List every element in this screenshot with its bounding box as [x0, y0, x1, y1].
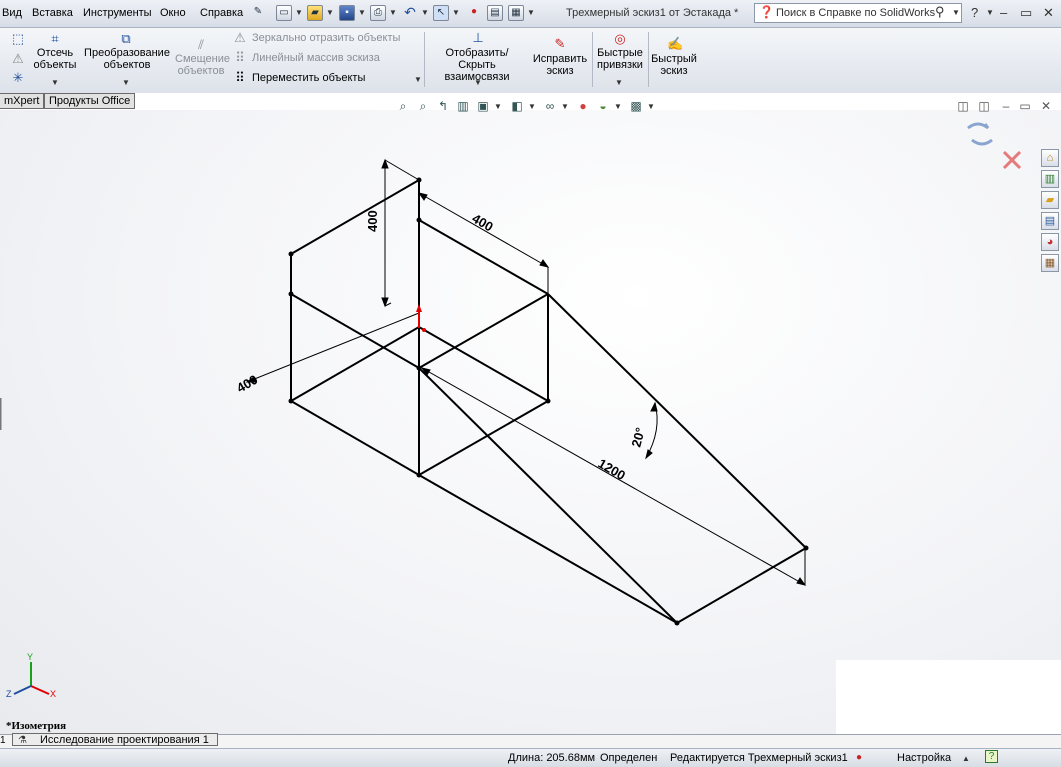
sketch-point — [288, 291, 294, 297]
view-palette-icon[interactable]: ▤ — [1041, 212, 1059, 230]
view-orientation-icon[interactable]: ▣ — [476, 99, 490, 113]
status-editing: Редактируется Трехмерный эскиз1 — [670, 752, 848, 764]
dimension-depth[interactable]: 400 — [234, 372, 260, 396]
doc-restore-icon[interactable]: ▭ — [1018, 99, 1032, 113]
confirmation-corner — [967, 122, 1022, 170]
sketch-line — [418, 367, 678, 624]
help-status-icon[interactable]: ? — [985, 750, 998, 763]
sketch-point — [803, 545, 809, 551]
doc-close-icon[interactable]: ✕ — [1039, 99, 1053, 113]
dimension-width[interactable]: 400 — [470, 211, 496, 235]
triad — [13, 662, 50, 695]
triad-z-axis — [13, 685, 32, 695]
chevron-down-icon[interactable]: ▼ — [561, 102, 569, 111]
arrowhead — [645, 449, 653, 460]
chevron-down-icon[interactable]: ▼ — [614, 102, 622, 111]
view-orientation-label: *Изометрия — [6, 720, 67, 732]
doc-minimize-icon[interactable]: – — [999, 99, 1013, 113]
arrowhead — [539, 259, 550, 268]
sketch-line — [418, 293, 549, 369]
status-length: Длина: 205.68мм — [508, 752, 596, 764]
sketch-line — [418, 400, 549, 476]
design-study-icon: ⚗ — [18, 735, 27, 746]
apply-scene-icon[interactable]: ◒ — [596, 99, 610, 113]
edit-appearance-icon[interactable]: ● — [576, 99, 590, 113]
sketch-point — [416, 365, 422, 371]
chevron-up-icon[interactable]: ▲ — [962, 754, 970, 763]
sketch-point — [545, 398, 551, 404]
sketch-points — [288, 177, 809, 626]
sketch-line — [290, 326, 420, 402]
triad-x-axis — [30, 685, 50, 695]
sketch-line — [418, 474, 678, 624]
3d-sketch-canvas[interactable]: 400 400 400 1200 20° Y X Z — [0, 0, 1061, 766]
tile-right-icon[interactable]: ◫ — [977, 99, 991, 113]
sketch-point — [416, 217, 422, 223]
resources-home-icon[interactable]: ⌂ — [1041, 149, 1059, 167]
sketch-point — [416, 472, 422, 478]
sketch-line — [290, 400, 420, 476]
triad-z-label: Z — [6, 689, 12, 699]
dimension-line — [246, 312, 420, 383]
appearances-icon[interactable]: ◕ — [1041, 233, 1059, 251]
zoom-to-area-icon[interactable]: ⌕ — [416, 99, 430, 113]
file-explorer-icon[interactable]: ▰ — [1041, 191, 1059, 209]
triad-y-label: Y — [27, 652, 33, 662]
sketch-point — [674, 620, 680, 626]
chevron-down-icon[interactable]: ▼ — [647, 102, 655, 111]
dimension-length[interactable]: 1200 — [596, 456, 629, 483]
sketch-line — [547, 293, 807, 549]
arrowhead — [650, 401, 658, 412]
rebuild-status-icon[interactable]: ● — [856, 752, 862, 763]
origin-point — [422, 328, 426, 332]
scroll-left-icon[interactable]: 1 — [0, 735, 6, 746]
status-definition: Определен — [600, 752, 658, 764]
view-settings-icon[interactable]: ▩ — [629, 99, 643, 113]
tab-design-study-label: Исследование проектирования 1 — [40, 734, 209, 746]
hide-show-items-icon[interactable]: ∞ — [543, 99, 557, 113]
chevron-down-icon[interactable]: ▼ — [494, 102, 502, 111]
dimension-height[interactable]: 400 — [365, 210, 380, 232]
previous-view-icon[interactable]: ↰ — [436, 99, 450, 113]
arrowhead — [417, 192, 428, 201]
extension-line — [384, 159, 420, 181]
sketch-line — [418, 326, 549, 402]
sketch-line — [290, 179, 420, 255]
sketch-line — [676, 547, 807, 624]
tile-left-icon[interactable]: ◫ — [956, 99, 970, 113]
viewport-patch — [836, 660, 1061, 734]
status-settings[interactable]: Настройка — [897, 752, 951, 764]
sketch-point — [288, 398, 294, 404]
section-view-icon[interactable]: ▥ — [456, 99, 470, 113]
dimension-lines — [245, 158, 807, 586]
chevron-down-icon[interactable]: ▼ — [528, 102, 536, 111]
sketch-point — [288, 251, 294, 257]
zoom-to-fit-icon[interactable]: ⌕ — [396, 99, 410, 113]
exit-sketch-icon — [967, 122, 990, 130]
design-library-icon[interactable]: ▥ — [1041, 170, 1059, 188]
display-style-icon[interactable]: ◧ — [510, 99, 524, 113]
origin-arrow — [416, 304, 422, 312]
triad-x-label: X — [50, 689, 56, 699]
arrowhead — [796, 577, 807, 586]
dimension-angle[interactable]: 20° — [628, 426, 648, 449]
custom-properties-icon[interactable]: ▦ — [1041, 254, 1059, 272]
